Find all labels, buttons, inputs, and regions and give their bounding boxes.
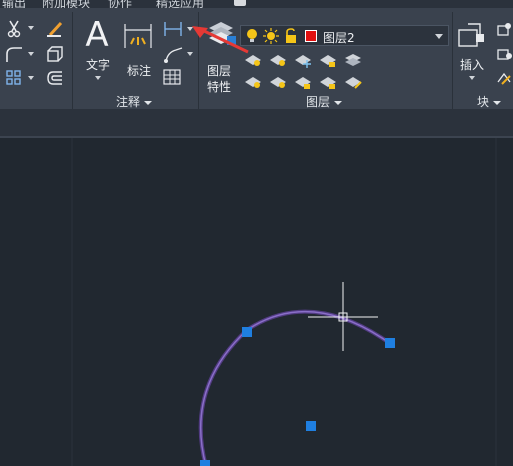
offset-icon[interactable] (44, 68, 64, 88)
lock-icon (286, 28, 296, 43)
grip-end (385, 338, 395, 348)
array-icon[interactable] (4, 68, 24, 88)
drawing-canvas[interactable] (0, 138, 513, 466)
menu-item-featured-apps[interactable]: 精选应用 (156, 0, 204, 8)
chevron-down-icon[interactable] (28, 76, 34, 80)
layer-merge-icon[interactable] (343, 74, 363, 90)
text-button[interactable]: A 文字 (80, 14, 114, 80)
scissors-icon[interactable] (4, 18, 24, 38)
menu-item-addons[interactable]: 附加模块 (42, 0, 90, 8)
arc-glow (198, 309, 390, 466)
layers-panel-label[interactable]: 图层 (306, 93, 342, 110)
insert-label: 插入 (460, 58, 485, 72)
layer-freeze-icon[interactable] (293, 52, 313, 68)
chevron-down-icon[interactable] (28, 52, 34, 56)
red-arrow-annotation (192, 26, 249, 54)
brush-icon[interactable] (44, 18, 66, 40)
grip-start (242, 327, 252, 337)
edit-block-icon[interactable] (496, 46, 513, 62)
menu-bar: 输出 附加模块 协作 精选应用 (0, 0, 513, 8)
text-label: 文字 (86, 58, 111, 72)
create-block-icon[interactable] (496, 22, 513, 38)
layer-unlock-icon[interactable] (293, 74, 313, 90)
block-attribute-icon[interactable] (496, 70, 513, 86)
grip-partial (200, 460, 210, 466)
layer-properties-label-1: 图层 (207, 64, 232, 78)
chevron-down-icon (435, 34, 443, 39)
annotation-panel-label[interactable]: 注释 (116, 93, 152, 110)
ribbon: A 文字 标注 注释 图层 特性 图层2 图层 插入 块 (0, 8, 513, 112)
current-layer-name: 图层2 (323, 31, 355, 45)
layer-thaw-icon[interactable] (268, 74, 288, 90)
block-panel-label[interactable]: 块 (477, 93, 501, 110)
fillet-icon[interactable] (4, 44, 24, 64)
layer-color-swatch (305, 30, 317, 42)
text-icon: A (85, 16, 108, 50)
dimension-button[interactable]: 标注 (120, 14, 156, 80)
sun-icon (263, 28, 279, 44)
layer-isolate-icon[interactable] (268, 52, 288, 68)
insert-button[interactable]: 插入 (456, 18, 488, 84)
grip-center (306, 421, 316, 431)
file-tab-strip (0, 109, 513, 136)
layer-walk-icon[interactable] (318, 74, 338, 90)
table-icon[interactable] (162, 68, 182, 86)
linear-dimension-icon[interactable] (162, 20, 184, 38)
svg-text:A: A (85, 16, 108, 50)
menu-item-output[interactable]: 输出 (2, 0, 26, 8)
layer-lock-icon[interactable] (318, 52, 338, 68)
menu-item-collaborate[interactable]: 协作 (108, 0, 132, 8)
chevron-down-icon (469, 76, 475, 80)
layer-dropdown[interactable]: 图层2 (240, 25, 449, 46)
leader-icon[interactable] (162, 44, 184, 64)
dimension-icon (124, 24, 152, 48)
layer-match-icon[interactable] (343, 52, 363, 68)
chevron-down-icon[interactable] (28, 26, 34, 30)
layer-on-icon[interactable] (243, 74, 263, 90)
arc (199, 310, 389, 466)
insert-block-icon (458, 23, 484, 47)
crosshair-cursor (308, 282, 378, 351)
layer-properties-label-2: 特性 (207, 80, 232, 94)
box-icon[interactable] (44, 44, 64, 64)
chevron-down-icon (95, 76, 101, 80)
menu-toggle-icon[interactable] (234, 0, 246, 6)
canvas-drawing (71, 138, 497, 466)
dimension-label: 标注 (127, 64, 152, 78)
